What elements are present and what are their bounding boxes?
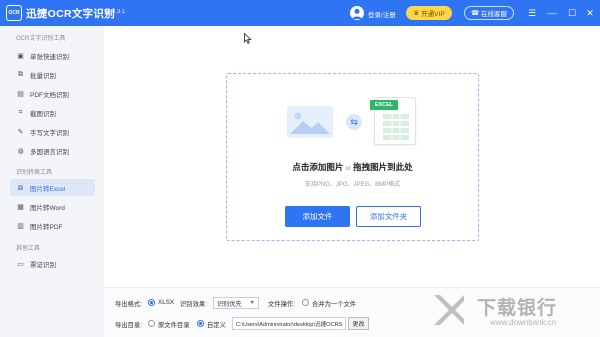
vip-button-label: 开通VIP [421, 11, 445, 18]
watermark-logo-icon [430, 291, 468, 329]
app-name: 迅捷OCR文字识别 [26, 8, 116, 20]
export-path-input[interactable]: C:\Users\Administrator\desktop\迅捷OCRS [232, 317, 346, 330]
recognition-effect-value: 识别优先 [217, 300, 242, 308]
online-service-label: 在线客服 [481, 11, 508, 18]
sidebar-item-label: 图片转PDF [30, 223, 63, 231]
sidebar-item-batch-recognition[interactable]: ⧉ 批量识别 [10, 66, 95, 83]
recognition-effect-select[interactable]: 识别优先 ▼ [213, 297, 259, 309]
sidebar-item-screenshot-recognition[interactable]: ⌗ 截图识别 [10, 104, 95, 121]
supported-formats-text: 支持PNG、JPG、JPEG、BMP格式 [304, 182, 401, 188]
maximize-icon[interactable]: ☐ [566, 7, 578, 19]
crop-icon: ⌗ [18, 108, 23, 116]
dir-custom-label: 自定义 [207, 322, 226, 329]
pdf-file-icon: ▥ [17, 222, 24, 230]
pdf-icon: ▤ [17, 90, 24, 98]
add-folder-button[interactable]: 添加文件夹 [356, 206, 421, 227]
dir-original-radio[interactable] [148, 320, 155, 327]
sidebar-item-pdf-recognition[interactable]: ▤ PDF文档识别 [10, 85, 95, 102]
sidebar-item-label: 单张快速识别 [30, 53, 69, 61]
drop-title-or: or [345, 165, 352, 172]
sidebar-item-label: 批量识别 [30, 72, 56, 80]
merge-file-label: 合并为一个文件 [312, 301, 357, 308]
excel-tag: EXCEL [370, 100, 398, 110]
add-file-button[interactable]: 添加文件 [285, 206, 350, 227]
crown-icon: ♛ [413, 10, 420, 17]
chevron-down-icon: ▼ [249, 300, 255, 306]
sidebar-item-label: 票证识别 [30, 261, 56, 269]
watermark-url: www.downbank.cn [490, 318, 557, 327]
sidebar-item-label: PDF文档识别 [30, 91, 69, 99]
recognition-effect-label: 识别效果: [180, 301, 207, 308]
watermark-text: 下载银行 [477, 298, 558, 319]
user-avatar-icon[interactable] [350, 6, 364, 20]
sidebar-section-ocr-title: OCR文字识别工具 [16, 36, 66, 42]
sidebar-item-label: 图片转Excel [30, 185, 66, 193]
sidebar-item-single-recognition[interactable]: ▣ 单张快速识别 [10, 47, 95, 64]
globe-icon: ◍ [17, 147, 24, 155]
sidebar-item-label: 截图识别 [30, 110, 56, 118]
sidebar-item-image-to-pdf[interactable]: ▥ 图片转PDF [10, 217, 95, 234]
sidebar-item-label: 图片转Word [30, 204, 65, 212]
mouse-cursor-icon [244, 32, 252, 46]
merge-file-radio[interactable] [302, 299, 309, 306]
file-operation-label: 文件操作: [268, 301, 295, 308]
drop-zone-title: 点击添加图片 or 拖拽图片到此处 [226, 161, 479, 173]
login-link[interactable]: 登录/注册 [368, 9, 396, 19]
headset-icon: ☎ [470, 10, 480, 17]
copy-icon: ⧉ [18, 70, 23, 78]
menu-icon[interactable]: ☰ [526, 7, 538, 19]
sidebar-item-image-to-excel[interactable]: ⊠ 图片转Excel [10, 179, 95, 196]
drop-title-main: 点击添加图片 [292, 162, 344, 172]
change-path-button[interactable]: 更改 [348, 317, 369, 330]
app-version: v8.6.3.1 [104, 9, 126, 15]
dir-custom-radio[interactable] [197, 320, 204, 327]
dir-original-label: 原文件目录 [158, 322, 190, 329]
word-icon: ▦ [17, 203, 24, 211]
sidebar-item-multilanguage-recognition[interactable]: ◍ 多国语言识别 [10, 142, 95, 159]
sidebar-section-convert-title: 识别转换工具 [16, 170, 53, 176]
minimize-icon[interactable]: — [546, 7, 558, 19]
sidebar-item-image-to-word[interactable]: ▦ 图片转Word [10, 198, 95, 215]
close-icon[interactable]: ✕ [584, 7, 596, 19]
pen-icon: ✎ [17, 128, 24, 136]
app-logo: OCR [6, 5, 22, 21]
export-dir-label: 导出目录: [115, 322, 142, 329]
export-format-label: 导出格式: [115, 301, 142, 308]
format-xlsx-label: XLSX [158, 299, 175, 306]
image-icon: ▣ [17, 52, 24, 60]
sidebar-section-other-title: 其他工具 [16, 246, 41, 252]
drop-title-end: 拖拽图片到此处 [353, 162, 413, 172]
sidebar-item-handwriting-recognition[interactable]: ✎ 手写文字识别 [10, 123, 95, 140]
excel-icon: ⊠ [17, 184, 24, 192]
online-service-button[interactable]: ☎ 在线客服 [464, 6, 514, 20]
image-placeholder-icon [287, 106, 333, 138]
sidebar-item-label: 手写文字识别 [30, 129, 69, 137]
sidebar-item-ticket-recognition[interactable]: ▭ 票证识别 [10, 255, 95, 272]
convert-arrows-icon: ⇆ [346, 114, 362, 130]
vip-button[interactable]: ♛ 开通VIP [406, 6, 452, 20]
ticket-icon: ▭ [17, 260, 24, 268]
sidebar-item-label: 多国语言识别 [30, 148, 69, 156]
file-drop-zone[interactable] [226, 73, 479, 241]
title-bar: OCR 迅捷OCR文字识别 v8.6.3.1 登录/注册 ♛ 开通VIP ☎ 在… [0, 0, 600, 26]
format-xlsx-radio[interactable] [148, 299, 155, 306]
